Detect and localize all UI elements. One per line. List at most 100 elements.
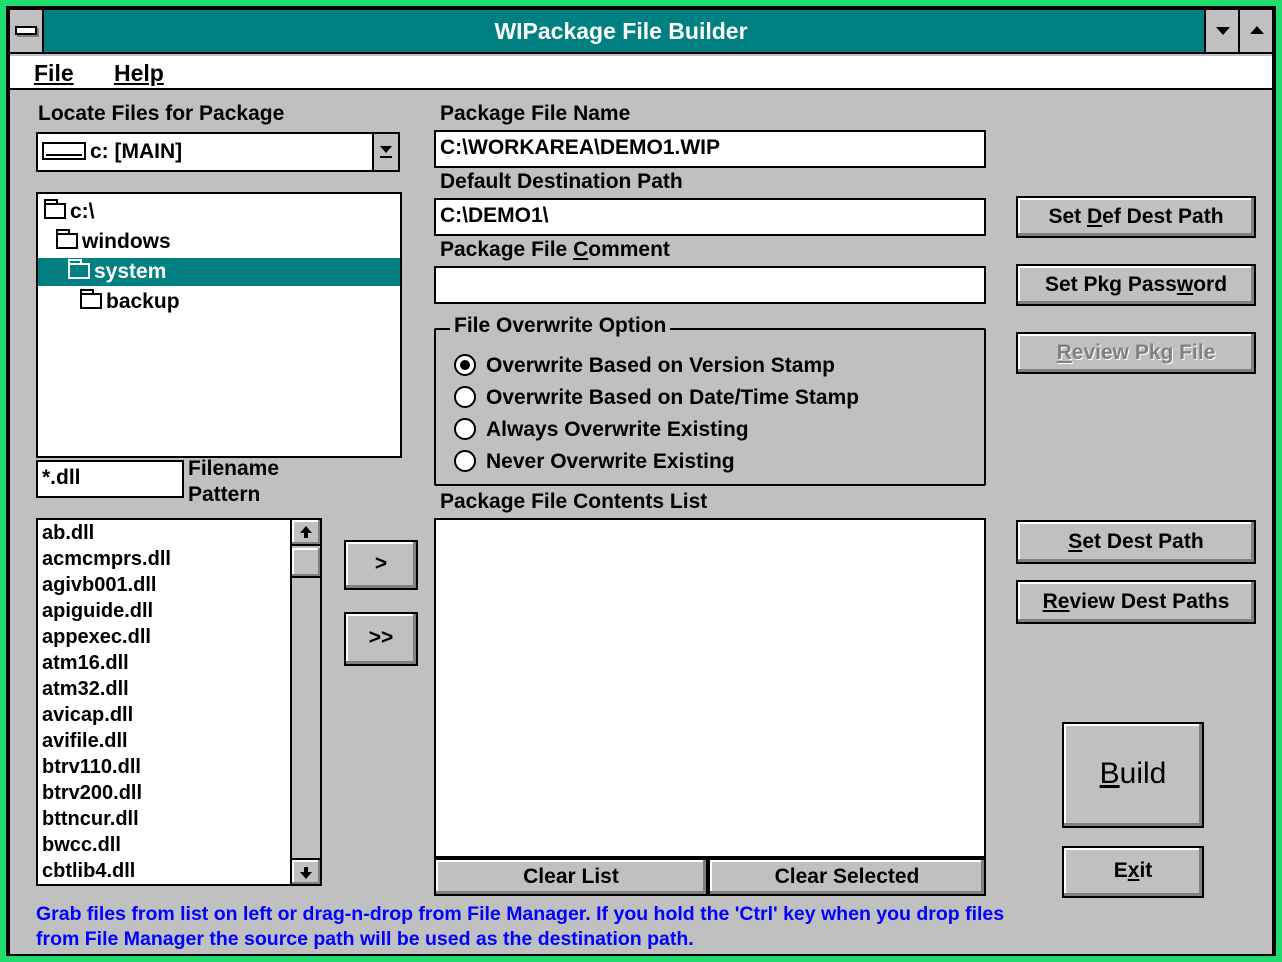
source-file-item[interactable]: apiguide.dll <box>38 598 320 624</box>
source-file-item[interactable]: avicap.dll <box>38 702 320 728</box>
package-contents-list[interactable] <box>434 518 986 858</box>
add-all-button[interactable]: >> <box>344 612 418 666</box>
review-dest-access-key: R <box>1042 590 1058 613</box>
source-file-list[interactable]: ab.dll acmcmprs.dll agivb001.dll apiguide.d… <box>36 518 322 886</box>
source-file-item[interactable]: ab.dll <box>38 520 320 546</box>
help-hint-text: Grab files from list on left or drag-n-d… <box>36 902 1256 952</box>
menu-help[interactable]: Help <box>114 58 164 88</box>
source-file-item[interactable]: bwcc.dll <box>38 832 320 858</box>
set-dest-path-button[interactable]: Set Dest Path <box>1016 520 1256 564</box>
drive-combo[interactable]: c: [MAIN] <box>36 132 400 172</box>
menu-file[interactable]: File <box>34 58 74 88</box>
main-window: WIPackage File Builder File Help Locate … <box>10 10 1272 954</box>
source-file-items: ab.dll acmcmprs.dll agivb001.dll apiguide.d… <box>38 520 320 884</box>
drive-combo-dropdown-button[interactable] <box>372 134 398 170</box>
default-dest-path-input[interactable]: C:\DEMO1\ <box>434 198 986 236</box>
build-button[interactable]: Build <box>1062 722 1204 828</box>
directory-tree[interactable]: c:\ windows system backup <box>36 192 402 458</box>
package-file-name-input[interactable]: C:\WORKAREA\DEMO1.WIP <box>434 130 986 168</box>
chevron-down-icon <box>380 146 392 153</box>
tree-item-label: c:\ <box>70 200 95 223</box>
tree-item-system[interactable]: system <box>38 258 400 286</box>
scroll-up-button[interactable] <box>292 520 320 546</box>
locate-files-label: Locate Files for Package <box>38 102 285 125</box>
set-def-dest-access-key: D <box>1086 205 1103 228</box>
overwrite-radio-label: Never Overwrite Existing <box>486 450 735 473</box>
clear-list-label: Clear List <box>523 865 619 888</box>
file-overwrite-option-title: File Overwrite Option <box>450 314 671 338</box>
source-file-item[interactable]: appexec.dll <box>38 624 320 650</box>
overwrite-radio-label: Overwrite Based on Version Stamp <box>486 354 835 377</box>
open-folder-icon <box>56 229 78 249</box>
source-file-item[interactable]: atm16.dll <box>38 650 320 676</box>
set-dest-access-key: S <box>1068 530 1083 553</box>
radio-unchecked-icon[interactable] <box>454 418 476 440</box>
set-pwd-pre: Set Pkg Pass <box>1044 273 1177 296</box>
source-file-item[interactable]: atm32.dll <box>38 676 320 702</box>
exit-button[interactable]: Exit <box>1062 846 1204 898</box>
build-access-key: B <box>1099 757 1120 790</box>
add-selected-button[interactable]: > <box>344 540 418 590</box>
radio-unchecked-icon[interactable] <box>454 450 476 472</box>
drive-combo-value: c: [MAIN] <box>90 140 183 163</box>
set-def-dest-path-button[interactable]: Set Def Dest Path <box>1016 196 1256 238</box>
tree-item-label: backup <box>106 290 180 313</box>
add-selected-label: > <box>374 552 388 575</box>
set-pwd-post: ord <box>1193 273 1228 296</box>
filename-pattern-label-line1: Filename <box>188 457 280 480</box>
tree-item-windows[interactable]: windows <box>56 228 171 256</box>
help-hint-line1: Grab files from list on left or drag-n-d… <box>36 903 1005 925</box>
filename-pattern-input[interactable]: *.dll <box>36 460 184 498</box>
overwrite-radio-never[interactable]: Never Overwrite Existing <box>454 448 735 476</box>
radio-unchecked-icon[interactable] <box>454 386 476 408</box>
source-file-item[interactable]: bttncur.dll <box>38 806 320 832</box>
overwrite-radio-label: Always Overwrite Existing <box>486 418 749 441</box>
review-dest-paths-button[interactable]: Review Dest Paths <box>1016 580 1256 624</box>
scroll-down-button[interactable] <box>292 858 320 884</box>
overwrite-radio-datetime[interactable]: Overwrite Based on Date/Time Stamp <box>454 384 859 412</box>
source-file-item[interactable]: btrv200.dll <box>38 780 320 806</box>
maximize-arrow-icon <box>1250 26 1264 34</box>
source-file-item[interactable]: btrv110.dll <box>38 754 320 780</box>
overwrite-radio-always[interactable]: Always Overwrite Existing <box>454 416 749 444</box>
tree-item-backup[interactable]: backup <box>80 288 180 316</box>
scroll-thumb[interactable] <box>292 548 320 578</box>
title-bar[interactable]: WIPackage File Builder <box>10 10 1272 54</box>
system-menu-icon <box>15 26 37 35</box>
dropdown-underline-icon <box>380 156 392 158</box>
filename-pattern-label: Filename Pattern <box>188 456 279 508</box>
package-file-name-label: Package File Name <box>440 102 631 125</box>
tree-item-root[interactable]: c:\ <box>44 198 95 226</box>
package-contents-label: Package File Contents List <box>440 490 708 513</box>
maximize-button[interactable] <box>1238 10 1272 52</box>
default-dest-path-label: Default Destination Path <box>440 170 683 193</box>
set-pkg-password-button[interactable]: Set Pkg Password <box>1016 264 1256 306</box>
menu-file-label: File <box>34 60 74 86</box>
source-file-item[interactable]: cbtlib4.dll <box>38 858 320 884</box>
source-file-item[interactable]: acmcmprs.dll <box>38 546 320 572</box>
package-file-comment-input[interactable] <box>434 266 986 304</box>
set-dest-post: et Dest Path <box>1082 530 1204 553</box>
build-post: uild <box>1119 757 1167 790</box>
source-file-item[interactable]: agivb001.dll <box>38 572 320 598</box>
review-pkg-file-button[interactable]: Review Pkg File <box>1016 332 1256 374</box>
menu-help-label: Help <box>114 60 164 86</box>
comment-label-access-key: C <box>573 238 589 261</box>
comment-label-post: omment <box>588 238 670 261</box>
window-title: WIPackage File Builder <box>494 18 748 44</box>
clear-selected-button[interactable]: Clear Selected <box>708 858 986 896</box>
minimize-button[interactable] <box>1204 10 1238 52</box>
open-folder-icon <box>44 199 66 219</box>
source-file-item[interactable]: avifile.dll <box>38 728 320 754</box>
drive-icon <box>42 142 86 160</box>
closed-folder-icon <box>80 289 102 309</box>
review-pkg-label: Review Pkg File <box>1057 341 1216 364</box>
source-file-scrollbar[interactable] <box>290 520 320 884</box>
filename-pattern-label-line2: Pattern <box>188 483 261 506</box>
system-menu-button[interactable] <box>10 10 44 52</box>
help-hint-line2: from File Manager the source path will b… <box>36 928 694 950</box>
clear-list-button[interactable]: Clear List <box>434 858 708 896</box>
review-pkg-access-key: R <box>1056 341 1072 364</box>
overwrite-radio-version[interactable]: Overwrite Based on Version Stamp <box>454 352 835 380</box>
radio-checked-icon[interactable] <box>454 354 476 376</box>
